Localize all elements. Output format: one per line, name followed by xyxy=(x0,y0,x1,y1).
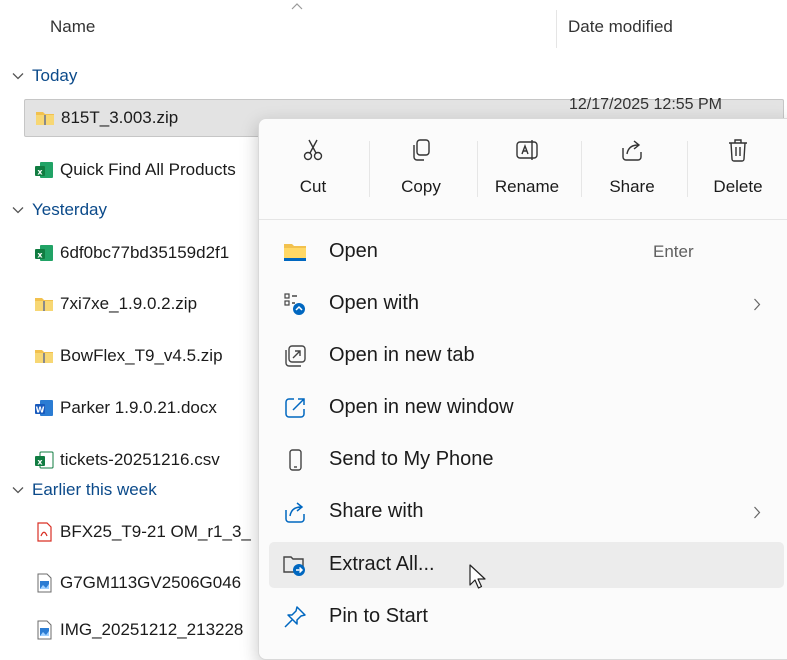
file-name: 6df0bc77bd35159d2f1 xyxy=(60,243,230,262)
menu-item-label: Share with xyxy=(329,500,424,522)
word-file-icon: W xyxy=(35,400,53,416)
menu-item-label: Open in new tab xyxy=(329,344,475,366)
pin-icon xyxy=(284,606,306,628)
file-name: Parker 1.9.0.21.docx xyxy=(60,398,217,417)
menu-item-share-with[interactable]: Share with xyxy=(269,489,784,535)
copy-label: Copy xyxy=(401,177,441,196)
file-name: Quick Find All Products xyxy=(60,160,236,179)
trash-icon xyxy=(729,139,747,162)
chevron-right-icon xyxy=(754,506,761,519)
rename-button[interactable]: Rename xyxy=(477,131,577,211)
scissors-icon xyxy=(303,139,323,161)
group-label: Earlier this week xyxy=(32,480,157,499)
extract-icon xyxy=(283,556,305,576)
menu-item-label: Extract All... xyxy=(329,553,435,575)
file-name: tickets-20251216.csv xyxy=(60,450,220,469)
menu-item-label: Send to My Phone xyxy=(329,448,494,470)
excel-file-icon: x xyxy=(35,162,53,178)
cut-label: Cut xyxy=(299,177,327,196)
shortcut-text: Enter xyxy=(653,242,694,261)
delete-button[interactable]: Delete xyxy=(688,131,787,211)
sort-caret-icon xyxy=(291,3,303,10)
menu-item-label: Open xyxy=(329,240,378,262)
rename-label: Rename xyxy=(494,177,560,196)
mouse-cursor-icon xyxy=(469,564,486,589)
group-header-today[interactable]: Today xyxy=(12,66,77,86)
column-divider[interactable] xyxy=(556,10,557,48)
menu-item-extract-all[interactable]: Extract All... xyxy=(269,542,784,588)
zip-folder-icon xyxy=(35,298,53,311)
file-name: 7xi7xe_1.9.0.2.zip xyxy=(60,294,198,313)
date-modified-column-header[interactable]: Date modified xyxy=(568,17,673,37)
pdf-file-icon xyxy=(37,522,52,542)
zip-folder-icon xyxy=(36,112,54,125)
svg-text:x: x xyxy=(37,168,43,177)
delete-label: Delete xyxy=(713,177,763,196)
open-with-icon xyxy=(284,293,305,315)
share-button[interactable]: Share xyxy=(582,131,682,211)
menu-item-label: Open in new window xyxy=(329,396,514,418)
menu-divider xyxy=(259,219,787,220)
chevron-down-icon xyxy=(12,487,24,494)
context-menu: Cut Copy Rename Share Delete Open Enter … xyxy=(258,118,787,660)
chevron-down-icon xyxy=(12,207,24,214)
new-tab-icon xyxy=(285,345,306,367)
zip-folder-icon xyxy=(35,350,53,363)
file-name: BFX25_T9-21 OM_r1_3_ xyxy=(60,522,251,541)
image-file-icon xyxy=(37,620,52,640)
file-date: 12/17/2025 12:55 PM xyxy=(569,96,723,113)
menu-item-open-in-new-tab[interactable]: Open in new tab xyxy=(269,333,784,379)
folder-icon xyxy=(284,244,306,261)
chevron-right-icon xyxy=(754,298,761,311)
rename-icon xyxy=(516,140,538,160)
copy-button[interactable]: Copy xyxy=(371,131,471,211)
menu-item-open-with[interactable]: Open with xyxy=(269,281,784,327)
group-header-yesterday[interactable]: Yesterday xyxy=(12,200,107,220)
file-name: 815T_3.003.zip xyxy=(61,108,179,127)
toolbar-divider xyxy=(369,141,370,197)
menu-item-open-in-new-window[interactable]: Open in new window xyxy=(269,385,784,431)
name-column-header[interactable]: Name xyxy=(50,17,95,37)
svg-text:x: x xyxy=(37,251,43,260)
share-label: Share xyxy=(609,177,655,196)
cut-button[interactable]: Cut xyxy=(263,131,363,211)
menu-item-label: Open with xyxy=(329,292,420,314)
menu-item-pin-to-start[interactable]: Pin to Start xyxy=(269,594,784,640)
menu-item-send-to-my-phone[interactable]: Send to My Phone xyxy=(269,437,784,483)
csv-file-icon: x xyxy=(35,451,54,469)
group-header-earlier-this-week[interactable]: Earlier this week xyxy=(12,480,157,500)
share-icon xyxy=(285,502,305,523)
menu-item-label: Pin to Start xyxy=(329,605,428,627)
phone-icon xyxy=(289,449,302,471)
share-icon xyxy=(622,140,642,161)
file-name: G7GM113GV2506G046 xyxy=(60,573,242,592)
chevron-down-icon xyxy=(12,73,24,80)
file-name: BowFlex_T9_v4.5.zip xyxy=(60,346,223,365)
new-window-icon xyxy=(285,398,305,418)
copy-icon xyxy=(413,139,430,161)
svg-text:W: W xyxy=(36,406,45,415)
column-header: Name Date modified xyxy=(0,0,787,56)
group-label: Today xyxy=(32,66,78,85)
group-label: Yesterday xyxy=(32,200,107,219)
svg-text:x: x xyxy=(37,458,43,467)
image-file-icon xyxy=(37,573,52,593)
file-name: IMG_20251212_213228 xyxy=(60,620,244,639)
menu-item-open[interactable]: Open Enter xyxy=(269,229,784,275)
excel-file-icon: x xyxy=(35,245,53,261)
